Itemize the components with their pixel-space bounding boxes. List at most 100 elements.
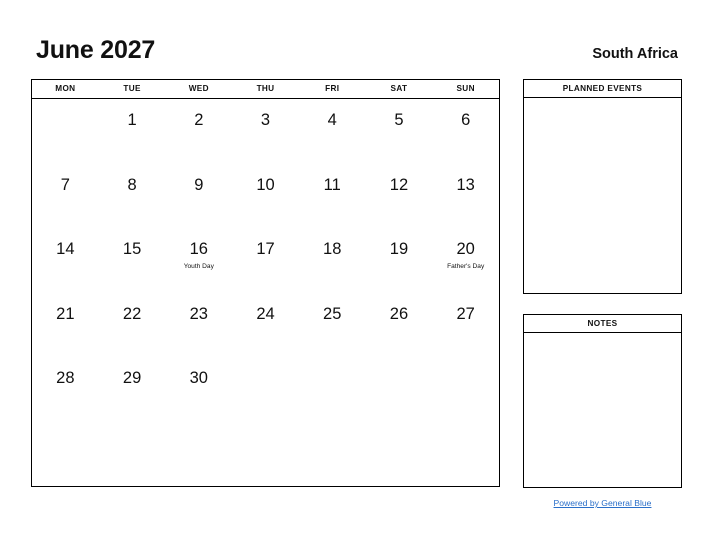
day-number: 5 [394,111,404,129]
country-label: South Africa [592,46,678,62]
day-cell[interactable]: 10 [232,164,299,229]
day-cell[interactable]: 23 [165,293,232,358]
planned-events-title: PLANNED EVENTS [524,80,681,98]
day-cell[interactable]: 26 [366,293,433,358]
day-number: 2 [194,111,204,129]
day-cell[interactable]: 3 [232,99,299,164]
weekday-header-wed: WED [188,84,209,93]
week-row: 7 8 9 10 11 12 13 [32,164,499,229]
day-number: 1 [127,111,137,129]
day-cell[interactable] [165,422,232,487]
week-row: 28 29 30 [32,357,499,422]
day-number: 24 [256,304,275,323]
day-cell[interactable] [432,357,499,422]
day-cell[interactable]: 16 Youth Day [165,228,232,293]
day-number: 20 [456,240,475,258]
calendar-grid: MON TUE WED THU FRI SAT SUN 1 2 3 4 5 6 … [31,79,500,487]
week-row: 14 15 16 Youth Day 17 18 19 20 Father's … [32,228,499,293]
day-number: 6 [461,111,471,129]
day-cell[interactable]: 15 [99,228,166,293]
day-cell[interactable]: 5 [366,99,433,164]
day-number: 19 [389,240,409,258]
day-event-label: Father's Day [447,263,485,270]
day-cell[interactable] [432,422,499,487]
day-cell[interactable]: 19 [366,228,433,293]
week-row [32,422,499,487]
day-number: 22 [122,304,142,323]
day-cell[interactable]: 20 Father's Day [432,228,499,293]
day-number: 25 [323,304,342,323]
planned-events-panel: PLANNED EVENTS [523,79,682,294]
day-cell[interactable]: 11 [299,164,366,229]
day-cell[interactable]: 28 [32,357,99,422]
day-number: 8 [127,175,137,194]
day-cell[interactable] [232,357,299,422]
day-number: 13 [456,175,475,194]
day-cell[interactable]: 30 [165,357,232,422]
day-cell[interactable] [99,422,166,487]
week-row: 1 2 3 4 5 6 [32,99,499,164]
day-number: 29 [122,369,142,387]
notes-panel: NOTES [523,314,682,488]
day-number: 17 [256,240,275,258]
notes-title: NOTES [524,315,681,333]
day-cell[interactable] [299,357,366,422]
day-number: 3 [260,111,271,129]
day-cell[interactable] [32,422,99,487]
day-number: 18 [323,240,342,258]
day-cell[interactable]: 9 [165,164,232,229]
day-cell[interactable] [366,357,433,422]
week-row: 21 22 23 24 25 26 27 [32,293,499,358]
day-cell[interactable]: 2 [165,99,232,164]
day-number: 14 [56,240,75,258]
day-number: 23 [189,304,208,323]
day-cell[interactable]: 8 [99,164,166,229]
notes-body[interactable] [524,333,681,487]
day-number: 26 [389,304,409,323]
day-cell[interactable]: 7 [32,164,99,229]
planned-events-body[interactable] [524,98,681,293]
day-cell[interactable]: 27 [432,293,499,358]
weekday-header-thu: THU [256,84,275,93]
weekday-header-fri: FRI [325,84,340,93]
powered-by-link[interactable]: Powered by General Blue [523,497,682,509]
day-number: 7 [60,175,70,194]
weekday-header-sun: SUN [456,84,475,93]
day-cell[interactable]: 24 [232,293,299,358]
calendar-page: June 2027 South Africa MON TUE WED THU F… [0,0,712,550]
day-cell[interactable]: 12 [366,164,433,229]
day-cell[interactable]: 13 [432,164,499,229]
day-cell[interactable]: 18 [299,228,366,293]
day-cell[interactable]: 29 [99,357,166,422]
day-number: 28 [56,369,75,387]
day-cell[interactable] [232,422,299,487]
page-title: June 2027 [36,36,156,64]
weekday-header-row: MON TUE WED THU FRI SAT SUN [32,80,499,99]
day-number: 4 [327,111,337,129]
day-cell[interactable]: 4 [299,99,366,164]
weekday-header-mon: MON [55,84,76,93]
day-number: 15 [122,240,142,258]
weekday-header-sat: SAT [390,84,408,93]
day-cell[interactable]: 1 [99,99,166,164]
day-number: 11 [323,175,341,194]
day-cell[interactable] [366,422,433,487]
day-cell[interactable] [32,99,99,164]
weekday-header-tue: TUE [123,84,141,93]
day-number: 16 [189,240,208,258]
day-event-label: Youth Day [183,263,214,270]
day-number: 9 [194,175,204,194]
day-number: 21 [56,304,75,323]
day-cell[interactable]: 17 [232,228,299,293]
day-cell[interactable]: 25 [299,293,366,358]
calendar-weeks: 1 2 3 4 5 6 7 8 9 10 11 12 13 14 15 16 Y… [32,99,499,486]
day-cell[interactable]: 6 [432,99,499,164]
day-number: 30 [189,369,208,387]
day-cell[interactable]: 14 [32,228,99,293]
day-cell[interactable] [299,422,366,487]
day-cell[interactable]: 21 [32,293,99,358]
day-number: 27 [456,304,475,323]
day-number: 10 [256,175,275,194]
day-cell[interactable]: 22 [99,293,166,358]
day-number: 12 [389,175,409,194]
